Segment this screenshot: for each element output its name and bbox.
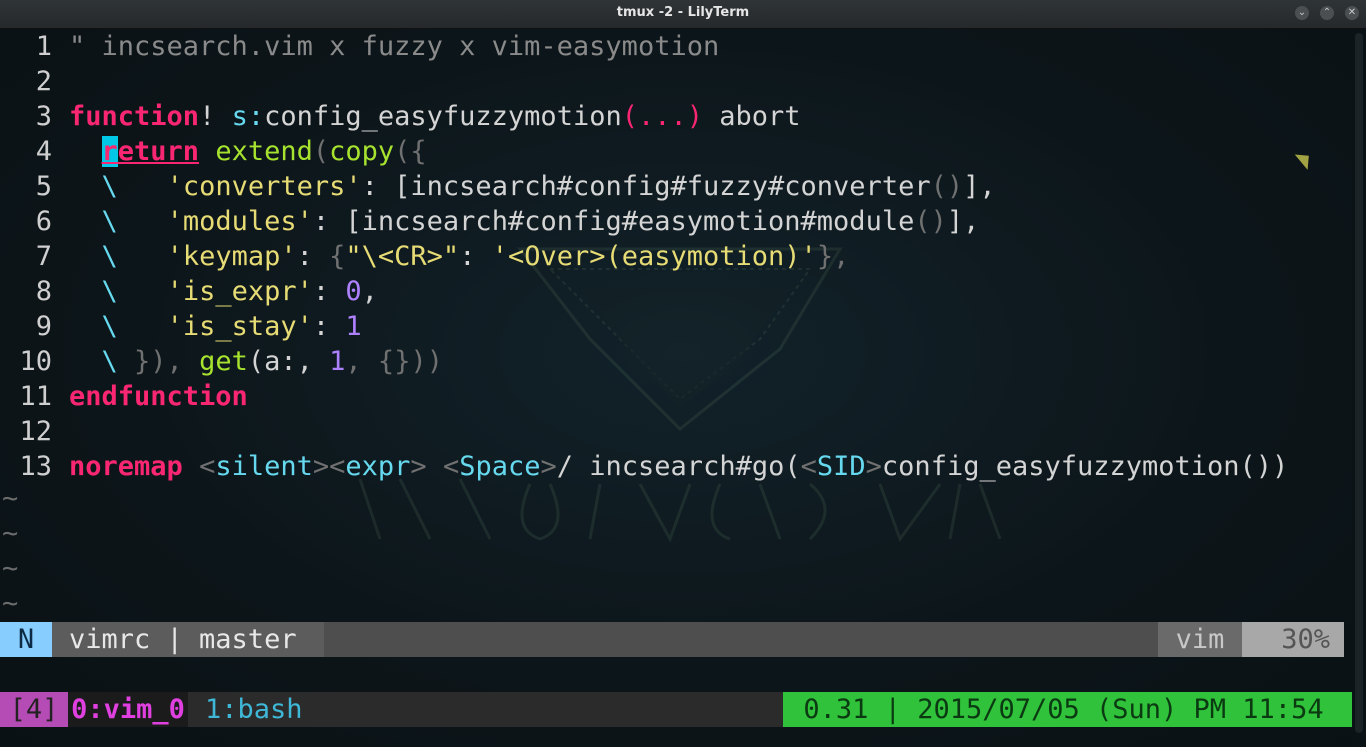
- code-line: 5 \ 'converters': [incsearch#config#fuzz…: [35, 171, 996, 202]
- code-line: 7 \ 'keymap': {"\<CR>": '<Over>(easymoti…: [35, 241, 850, 272]
- tmux-window-0[interactable]: 0:vim_0: [68, 692, 188, 727]
- code-line: 1 " incsearch.vim x fuzzy x vim-easymotio…: [35, 31, 720, 62]
- chevron-down-icon: ⌄: [1297, 7, 1307, 18]
- code-line: 11 endfunction: [19, 381, 248, 412]
- code-line: 3 function! s:config_easyfuzzymotion(...)…: [35, 101, 801, 132]
- terminal-scrollbar[interactable]: [1352, 29, 1366, 747]
- file-branch-label: vimrc | master: [52, 622, 324, 657]
- code-line: 12: [19, 416, 52, 447]
- mode-indicator: N: [0, 622, 52, 657]
- chevron-up-icon: ⌃: [1322, 7, 1332, 18]
- code-line: 9 \ 'is_stay': 1: [35, 311, 362, 342]
- code-line: 10 \ }), get(a:, 1, {})): [19, 346, 443, 377]
- close-button[interactable]: ✕: [1345, 6, 1359, 20]
- code-line: 8 \ 'is_expr': 0,: [35, 276, 378, 307]
- empty-line-marker: ~: [2, 588, 19, 619]
- scroll-percent: 30%: [1242, 622, 1344, 657]
- text-cursor: r: [101, 136, 118, 167]
- tmux-status-bar: [4] 0:vim_0 1:bash 0.31 | 2015/07/05 (Su…: [0, 692, 1366, 727]
- maximize-button[interactable]: ⌃: [1320, 6, 1334, 20]
- empty-line-marker: ~: [2, 553, 19, 584]
- tmux-session: [4]: [0, 692, 68, 727]
- terminal-area[interactable]: 1 " incsearch.vim x fuzzy x vim-easymotio…: [0, 29, 1366, 747]
- minimize-button[interactable]: ⌄: [1295, 6, 1309, 20]
- empty-line-marker: ~: [2, 518, 19, 549]
- window-title: tmux -2 - LilyTerm: [616, 5, 750, 20]
- mouse-pointer-icon: [1294, 148, 1316, 170]
- tmux-window-1[interactable]: 1:bash: [205, 692, 303, 727]
- window-titlebar: tmux -2 - LilyTerm ⌄ ⌃ ✕: [0, 0, 1366, 29]
- close-icon: ✕: [1347, 7, 1357, 18]
- scrollbar-thumb[interactable]: [1355, 33, 1363, 733]
- code-line: 6 \ 'modules': [incsearch#config#easymot…: [35, 206, 980, 237]
- filetype-label: vim: [1158, 622, 1242, 657]
- code-line: 13 noremap <silent><expr> <Space>/ incsea…: [19, 451, 1289, 482]
- vim-logo-watermark: [358, 247, 1002, 543]
- code-line: 4 return extend(copy({: [35, 136, 427, 167]
- empty-line-marker: ~: [2, 483, 19, 514]
- vim-statusline: N vimrc | master vim 30%: [0, 622, 1344, 657]
- code-line: 2: [35, 66, 52, 97]
- tmux-status-right: 0.31 | 2015/07/05 (Sun) PM 11:54: [783, 692, 1344, 727]
